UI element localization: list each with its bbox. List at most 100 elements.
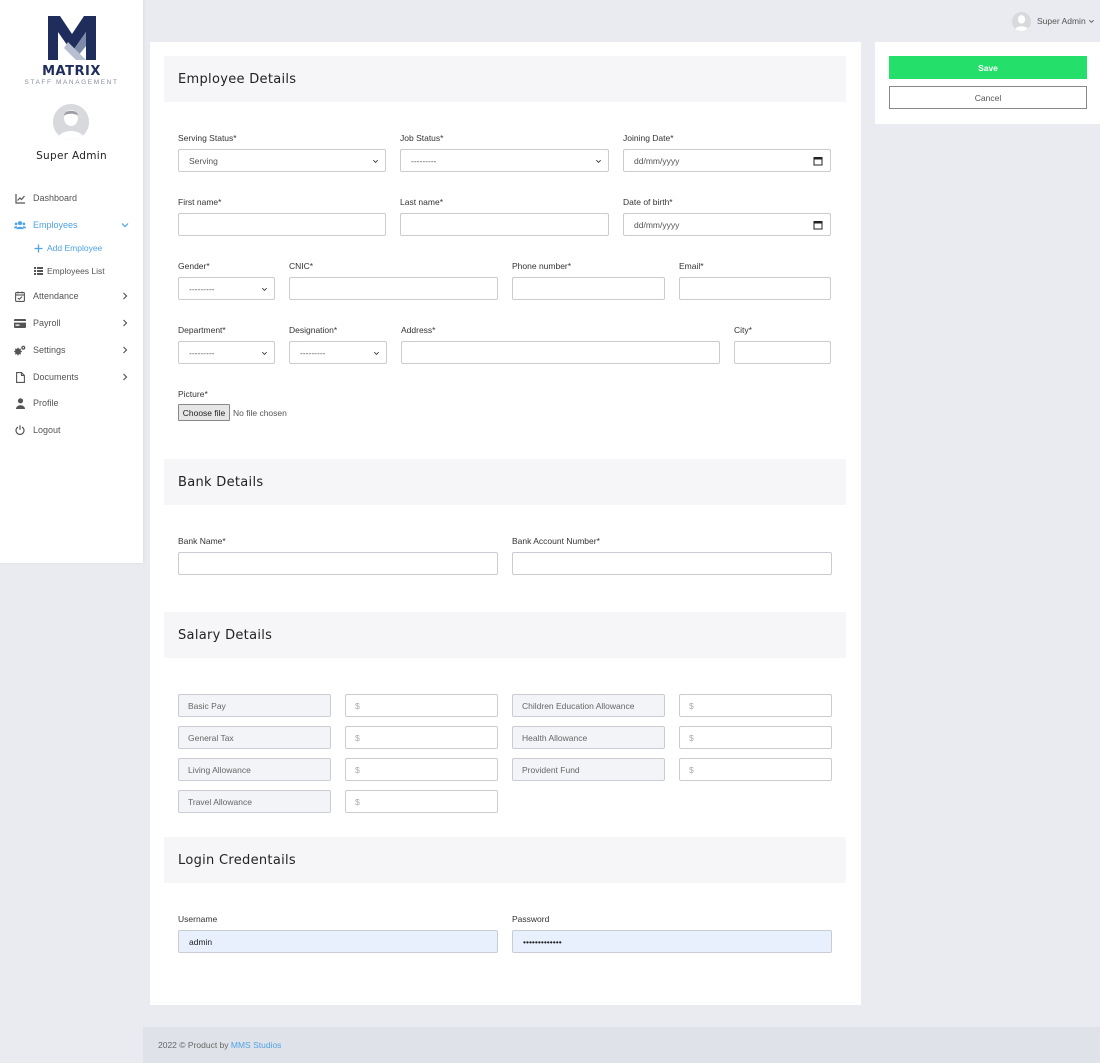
employee-details-header: Employee Details — [164, 56, 846, 102]
brand-subtitle: STAFF MANAGEMENT — [24, 79, 119, 86]
cancel-button[interactable]: Cancel — [889, 86, 1087, 109]
bank-account-input[interactable] — [512, 552, 832, 575]
address-input[interactable] — [401, 341, 720, 364]
bank-details-header: Bank Details — [164, 459, 846, 505]
date-value: dd/mm/yyyy — [634, 219, 680, 230]
serving-status-select[interactable]: Serving — [178, 149, 386, 172]
sidebar-user-name: Super Admin — [36, 150, 107, 162]
living-allowance-label-field: Living Allowance — [178, 758, 331, 781]
sidebar-item-label: Profile — [33, 398, 59, 408]
city-label: City* — [734, 325, 752, 335]
bank-account-label: Bank Account Number* — [512, 536, 600, 546]
username-input[interactable]: admin — [178, 930, 498, 953]
first-name-input[interactable] — [178, 213, 386, 236]
sidebar-item-label: Documents — [33, 372, 79, 382]
serving-status-label: Serving Status* — [178, 133, 237, 143]
calendar-check-icon — [14, 290, 26, 302]
sidebar-item-dashboard[interactable]: Dashboard — [0, 188, 143, 208]
select-value: --------- — [189, 283, 215, 294]
sidebar-item-documents[interactable]: Documents — [0, 367, 143, 387]
sidebar-subitem-label: Employees List — [47, 266, 105, 276]
brand-logo[interactable]: MATRIX STAFF MANAGEMENT — [0, 12, 143, 87]
select-value: --------- — [411, 155, 437, 166]
bank-name-input[interactable] — [178, 552, 498, 575]
save-button[interactable]: Save — [889, 56, 1087, 79]
health-allowance-label-field: Health Allowance — [512, 726, 665, 749]
sidebar-item-label: Attendance — [33, 291, 79, 301]
sidebar-item-label: Logout — [33, 425, 61, 435]
password-label: Password — [512, 914, 550, 924]
sidebar-item-label: Employees — [33, 220, 78, 230]
basic-pay-input[interactable]: $ — [345, 694, 498, 717]
sidebar-item-logout[interactable]: Logout — [0, 420, 143, 440]
joining-date-input[interactable]: dd/mm/yyyy — [623, 149, 831, 172]
phone-input[interactable] — [512, 277, 665, 300]
provident-fund-label-field: Provident Fund — [512, 758, 665, 781]
sidebar-item-profile[interactable]: Profile — [0, 393, 143, 413]
sidebar-item-payroll[interactable]: Payroll — [0, 313, 143, 333]
bank-name-label: Bank Name* — [178, 536, 226, 546]
footer-link[interactable]: MMS Studios — [231, 1040, 282, 1050]
cnic-input[interactable] — [289, 277, 498, 300]
last-name-input[interactable] — [400, 213, 609, 236]
children-education-input[interactable]: $ — [679, 694, 832, 717]
sidebar-subitem-add-employee[interactable]: Add Employee — [0, 240, 143, 256]
username-label: Username — [178, 914, 218, 924]
general-tax-label-field: General Tax — [178, 726, 331, 749]
employee-form-card: Employee Details Serving Status* Serving… — [150, 42, 861, 1005]
login-credentials-header: Login Credentails — [164, 837, 846, 883]
calendar-icon[interactable] — [813, 220, 823, 230]
brand-name: MATRIX — [42, 64, 101, 79]
department-select[interactable]: --------- — [178, 341, 275, 364]
living-allowance-input[interactable]: $ — [345, 758, 498, 781]
sidebar-item-attendance[interactable]: Attendance — [0, 286, 143, 306]
basic-pay-label-field: Basic Pay — [178, 694, 331, 717]
section-title: Salary Details — [178, 628, 273, 643]
sidebar-item-settings[interactable]: Settings — [0, 340, 143, 360]
cnic-label: CNIC* — [289, 261, 314, 271]
gender-select[interactable]: --------- — [178, 277, 275, 300]
dob-input[interactable]: dd/mm/yyyy — [623, 213, 831, 236]
sidebar-item-employees[interactable]: Employees — [0, 215, 143, 235]
sidebar-subitem-label: Add Employee — [47, 243, 103, 253]
power-icon — [14, 424, 26, 436]
chevron-right-icon — [123, 346, 128, 354]
chevron-down-icon — [121, 223, 129, 228]
sidebar-item-label: Dashboard — [33, 193, 78, 203]
phone-label: Phone number* — [512, 261, 572, 271]
provident-fund-input[interactable]: $ — [679, 758, 832, 781]
chevron-down-icon — [262, 351, 267, 355]
sidebar-subitem-employees-list[interactable]: Employees List — [0, 263, 143, 279]
chevron-down-icon — [373, 159, 378, 163]
choose-file-button[interactable]: Choose file — [178, 404, 230, 421]
chart-line-icon — [14, 192, 26, 204]
topbar-user-menu[interactable]: Super Admin — [1012, 11, 1095, 31]
picture-label: Picture* — [178, 389, 208, 399]
designation-select[interactable]: --------- — [289, 341, 387, 364]
section-title: Bank Details — [178, 475, 264, 490]
file-status: No file chosen — [233, 408, 287, 418]
chevron-right-icon — [123, 373, 128, 381]
users-icon — [14, 219, 26, 231]
calendar-icon[interactable] — [813, 156, 823, 166]
section-title: Employee Details — [178, 72, 297, 87]
chevron-down-icon — [596, 159, 601, 163]
password-input[interactable]: ••••••••••••• — [512, 930, 832, 953]
first-name-label: First name* — [178, 197, 222, 207]
email-input[interactable] — [679, 277, 831, 300]
gender-label: Gender* — [178, 261, 210, 271]
general-tax-input[interactable]: $ — [345, 726, 498, 749]
chevron-right-icon — [123, 292, 128, 300]
job-status-label: Job Status* — [400, 133, 444, 143]
job-status-select[interactable]: --------- — [400, 149, 609, 172]
sidebar-item-label: Settings — [33, 345, 66, 355]
dob-label: Date of birth* — [623, 197, 673, 207]
chevron-right-icon — [123, 319, 128, 327]
section-title: Login Credentails — [178, 853, 296, 868]
city-input[interactable] — [734, 341, 831, 364]
email-label: Email* — [679, 261, 704, 271]
address-label: Address* — [401, 325, 436, 335]
health-allowance-input[interactable]: $ — [679, 726, 832, 749]
salary-details-header: Salary Details — [164, 612, 846, 658]
travel-allowance-input[interactable]: $ — [345, 790, 498, 813]
